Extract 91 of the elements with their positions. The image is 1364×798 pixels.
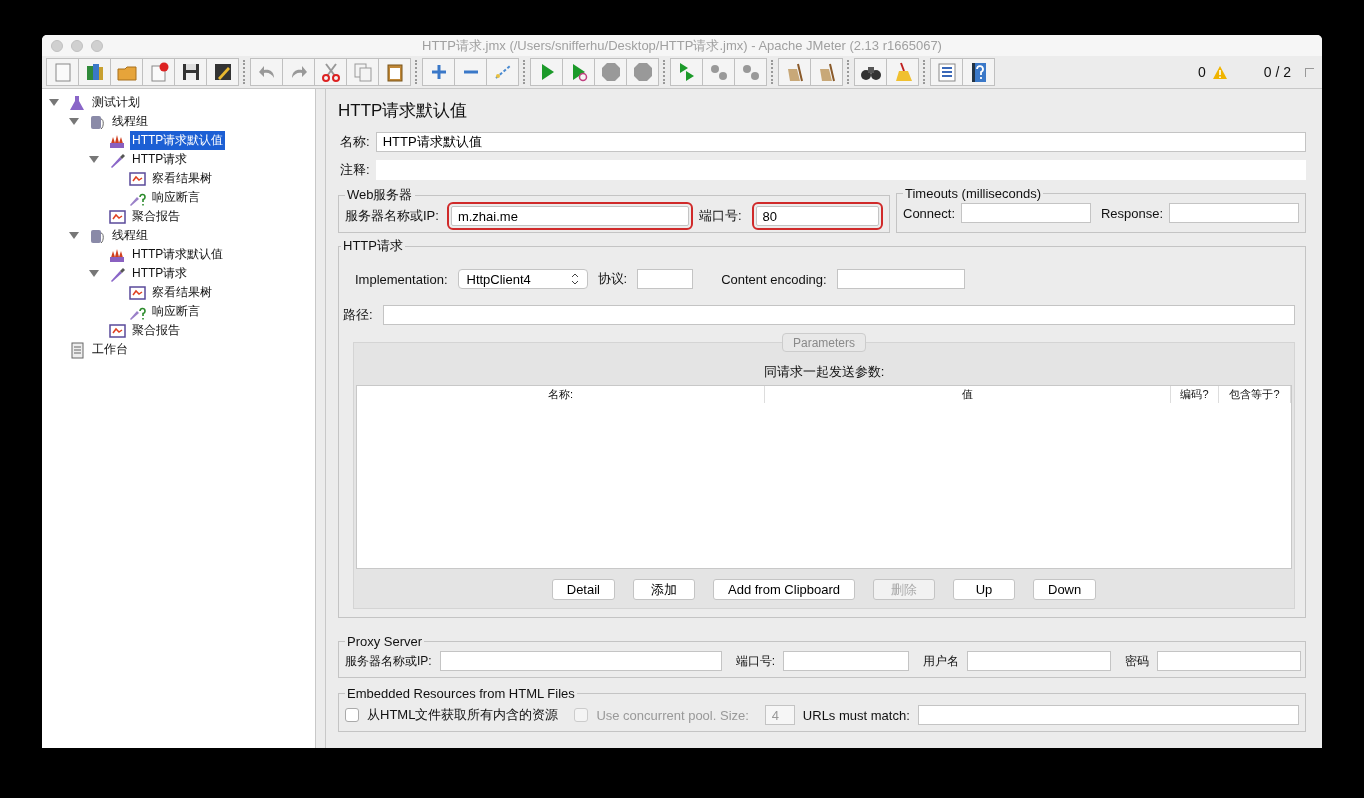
field-label: 服务器名称或IP: [345, 207, 439, 225]
field-label: 注释: [340, 161, 370, 179]
expand-arrow-icon[interactable] [48, 97, 62, 108]
field-label: 名称: [340, 133, 370, 151]
tree-item[interactable]: 聚合报告 [130, 207, 182, 226]
proxy-field[interactable] [967, 651, 1111, 671]
toolbar-button[interactable] [854, 58, 887, 86]
expand-arrow-icon[interactable] [68, 230, 82, 241]
toolbar-button[interactable] [810, 58, 843, 86]
toolbar-button[interactable] [174, 58, 207, 86]
close-button[interactable] [51, 39, 63, 52]
toolbar-button[interactable] [962, 58, 995, 86]
expand-arrow-icon[interactable] [68, 116, 82, 127]
group-title: Embedded Resources from HTML Files [346, 686, 576, 701]
field-label: Content encoding: [721, 271, 827, 287]
warning-icon[interactable] [1211, 64, 1228, 80]
toolbar-button[interactable] [930, 58, 963, 86]
updown-arrows-icon [570, 273, 579, 285]
tree-item[interactable]: 线程组 [110, 112, 150, 131]
field-label: 路径: [343, 306, 373, 324]
protocol-field[interactable] [637, 269, 694, 289]
column-header[interactable]: 名称: [357, 386, 765, 403]
implementation-select[interactable]: HttpClient4 [457, 269, 588, 289]
group-title: Web服务器 [346, 186, 414, 204]
parameters-caption: 同请求一起发送参数: [762, 363, 886, 381]
group-title: HTTP请求 [342, 237, 404, 255]
field-label: 协议: [597, 270, 628, 288]
field-label: 用户名 [923, 652, 959, 670]
url-pattern-field[interactable] [917, 705, 1299, 725]
tree-item[interactable]: 察看结果树 [150, 169, 214, 188]
chart-window-icon [108, 207, 126, 226]
action-button[interactable]: Up [953, 579, 1015, 600]
status-indicator [1305, 67, 1314, 77]
action-button[interactable]: 添加 [633, 579, 695, 600]
checkbox-label: Use concurrent pool. Size: [596, 707, 749, 723]
connect-field[interactable] [961, 203, 1091, 223]
checkbox-label: 从HTML文件获取所有内含的资源 [367, 706, 559, 724]
toolbar-button[interactable] [206, 58, 239, 86]
field-label: 端口号: [698, 207, 742, 225]
tree-item[interactable]: 聚合报告 [130, 321, 182, 340]
expand-arrow-icon[interactable] [88, 154, 102, 165]
copy-icon [351, 61, 374, 83]
field-label: 密码 [1125, 652, 1149, 670]
field-label: Implementation: [355, 271, 448, 287]
tree-item[interactable]: 响应断言 [150, 302, 202, 321]
thread-count: 0 / 2 [1263, 64, 1291, 80]
group-title: Proxy Server [346, 634, 424, 649]
action-button[interactable]: Down [1033, 579, 1097, 600]
tree-item[interactable]: 察看结果树 [150, 283, 214, 302]
proxy-field[interactable] [783, 651, 909, 671]
field-label: URLs must match: [802, 707, 910, 723]
tree-item[interactable]: 工作台 [90, 340, 130, 359]
scissors-icon [319, 61, 342, 83]
toolbar-button[interactable] [778, 58, 811, 86]
zoom-button[interactable] [91, 39, 103, 52]
chart-window-icon [128, 169, 146, 188]
column-header[interactable]: 值 [765, 386, 1171, 403]
chart-window-icon [108, 321, 126, 340]
field-label: Response: [1100, 205, 1164, 221]
stop-icon [599, 61, 622, 83]
error-count: 0 [1197, 64, 1206, 80]
column-header[interactable]: 包含等于? [1219, 386, 1291, 403]
column-header[interactable]: 编码? [1171, 386, 1219, 403]
proxy-field[interactable] [1157, 651, 1301, 671]
panel-title: HTTP请求默认值 [338, 100, 469, 122]
response-field[interactable] [1169, 203, 1299, 223]
group-title: Timeouts (milliseconds) [904, 186, 1043, 201]
flask-icon [68, 93, 86, 112]
minimize-button[interactable] [71, 39, 83, 52]
proxy-field[interactable] [439, 651, 722, 671]
name-field[interactable]: HTTP请求默认值 [375, 132, 1306, 152]
encoding-field[interactable] [836, 269, 965, 289]
tree-item[interactable]: HTTP请求默认值 [130, 131, 226, 150]
action-button[interactable]: Detail [551, 579, 615, 600]
field-label: 端口号: [735, 652, 775, 670]
tree-item[interactable]: 测试计划 [90, 93, 142, 112]
field-label: Connect: [903, 205, 956, 221]
field-label: 服务器名称或IP: [345, 652, 432, 670]
tree-item[interactable]: 响应断言 [150, 188, 202, 207]
chart-window-icon [128, 283, 146, 302]
action-button[interactable]: Add from Clipboard [713, 579, 855, 600]
tree-item[interactable]: HTTP请求 [130, 150, 190, 169]
checkbox[interactable] [345, 708, 359, 722]
list-icon [935, 61, 958, 83]
tree-item[interactable]: HTTP请求默认值 [130, 245, 226, 264]
expand-arrow-icon[interactable] [88, 268, 102, 279]
tree-item[interactable]: 线程组 [110, 226, 150, 245]
tree-item[interactable]: HTTP请求 [130, 264, 190, 283]
path-field[interactable] [382, 305, 1295, 325]
notepad-icon [68, 340, 86, 359]
window-title: HTTP请求.jmx (/Users/snifferhu/Desktop/HTTP请求.jmx) - Apache JMeter (2.13 r1665067) [422, 36, 942, 55]
